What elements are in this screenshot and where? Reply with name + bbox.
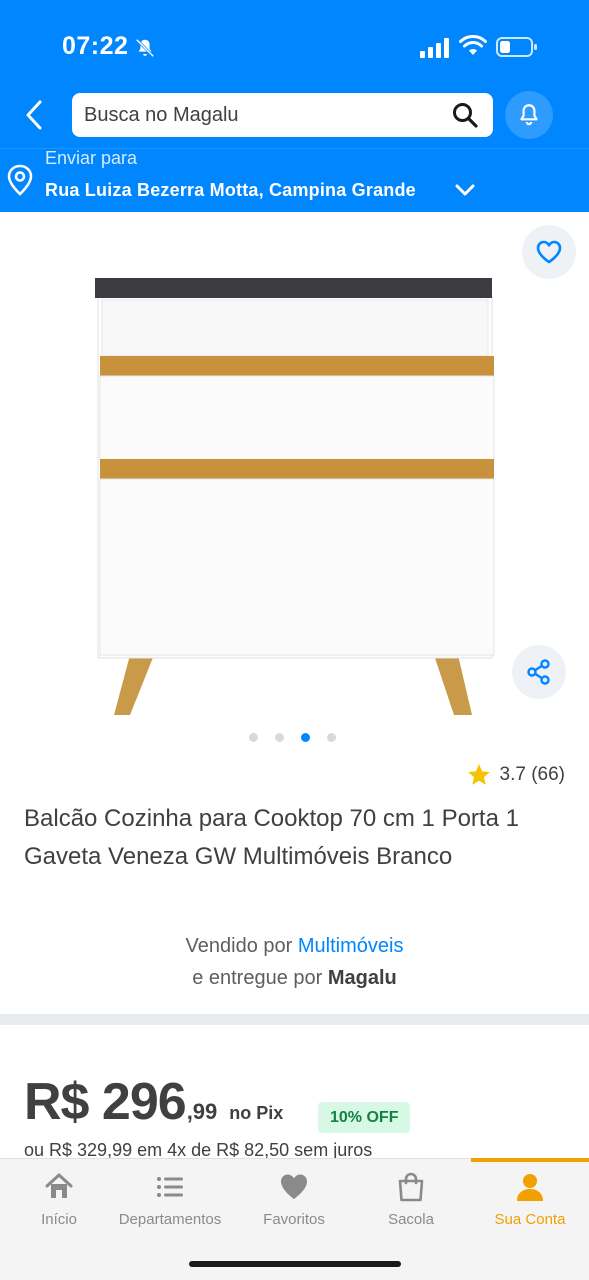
delivery-address[interactable]: Rua Luiza Bezerra Motta, Campina Grande xyxy=(45,180,416,201)
app-header: 07:22 Busca no Magalu Enviar para Rua Lu… xyxy=(0,0,589,212)
carousel-dot[interactable] xyxy=(301,733,310,742)
seller-info: Vendido por Multimóveis e entregue por M… xyxy=(0,930,589,994)
carousel-dot[interactable] xyxy=(249,733,258,742)
heart-icon xyxy=(281,1174,307,1199)
cellular-signal-icon xyxy=(420,38,449,58)
search-input[interactable]: Busca no Magalu xyxy=(72,93,493,137)
nav-label: Departamentos xyxy=(118,1211,222,1228)
rating-value: 3.7 (66) xyxy=(499,764,565,785)
favorite-button[interactable] xyxy=(522,225,576,279)
nav-label: Sacola xyxy=(388,1211,434,1228)
product-rating[interactable]: 3.7 (66) xyxy=(466,762,565,788)
notifications-button[interactable] xyxy=(505,91,553,139)
carousel-dot[interactable] xyxy=(327,733,336,742)
status-bar: 07:22 xyxy=(0,0,589,92)
heart-outline-icon xyxy=(536,240,562,264)
search-placeholder: Busca no Magalu xyxy=(84,104,239,126)
price-main: R$ 296 xyxy=(24,1073,187,1131)
location-pin-icon xyxy=(7,164,33,196)
nav-label: Favoritos xyxy=(263,1211,325,1228)
share-icon xyxy=(527,659,550,685)
carousel-dot[interactable] xyxy=(275,733,284,742)
search-icon[interactable] xyxy=(451,101,479,129)
home-indicator[interactable] xyxy=(189,1261,401,1267)
chevron-left-icon xyxy=(26,100,42,130)
price-method: no Pix xyxy=(229,1103,284,1123)
delivery-prefix: e entregue por xyxy=(192,967,323,989)
home-icon xyxy=(45,1173,73,1198)
wifi-icon xyxy=(459,35,487,55)
deliver-label: Enviar para xyxy=(45,148,138,168)
carousel-dots[interactable] xyxy=(249,733,336,742)
status-time: 07:22 xyxy=(62,32,129,60)
nav-item-sacola[interactable]: Sacola xyxy=(352,1159,470,1239)
price-cents: ,99 xyxy=(186,1099,218,1124)
delivery-name: Magalu xyxy=(327,967,397,989)
user-icon xyxy=(517,1174,543,1201)
section-separator xyxy=(0,1014,589,1025)
product-image[interactable] xyxy=(90,270,500,720)
nav-item-favoritos[interactable]: Favoritos xyxy=(235,1159,353,1239)
bell-icon xyxy=(520,104,538,126)
discount-badge: 10% OFF xyxy=(318,1102,411,1133)
battery-icon xyxy=(496,37,537,57)
seller-link[interactable]: Multimóveis xyxy=(298,935,404,957)
back-button[interactable] xyxy=(18,96,50,134)
price: R$ 296 ,99 no Pix xyxy=(24,1072,283,1132)
nav-item-departamentos[interactable]: Departamentos xyxy=(111,1159,229,1239)
nav-item-sua-conta[interactable]: Sua Conta xyxy=(471,1159,589,1239)
bell-muted-icon xyxy=(135,38,155,58)
bag-icon xyxy=(398,1172,424,1202)
nav-item-inicio[interactable]: Início xyxy=(0,1159,118,1239)
menu-list-icon xyxy=(157,1177,183,1197)
seller-prefix: Vendido por xyxy=(185,935,293,957)
chevron-down-icon[interactable] xyxy=(453,180,477,200)
share-button[interactable] xyxy=(512,645,566,699)
product-title: Balcão Cozinha para Cooktop 70 cm 1 Port… xyxy=(24,805,519,870)
star-icon xyxy=(467,764,490,785)
nav-label: Sua Conta xyxy=(494,1211,566,1228)
nav-label: Início xyxy=(41,1211,77,1228)
